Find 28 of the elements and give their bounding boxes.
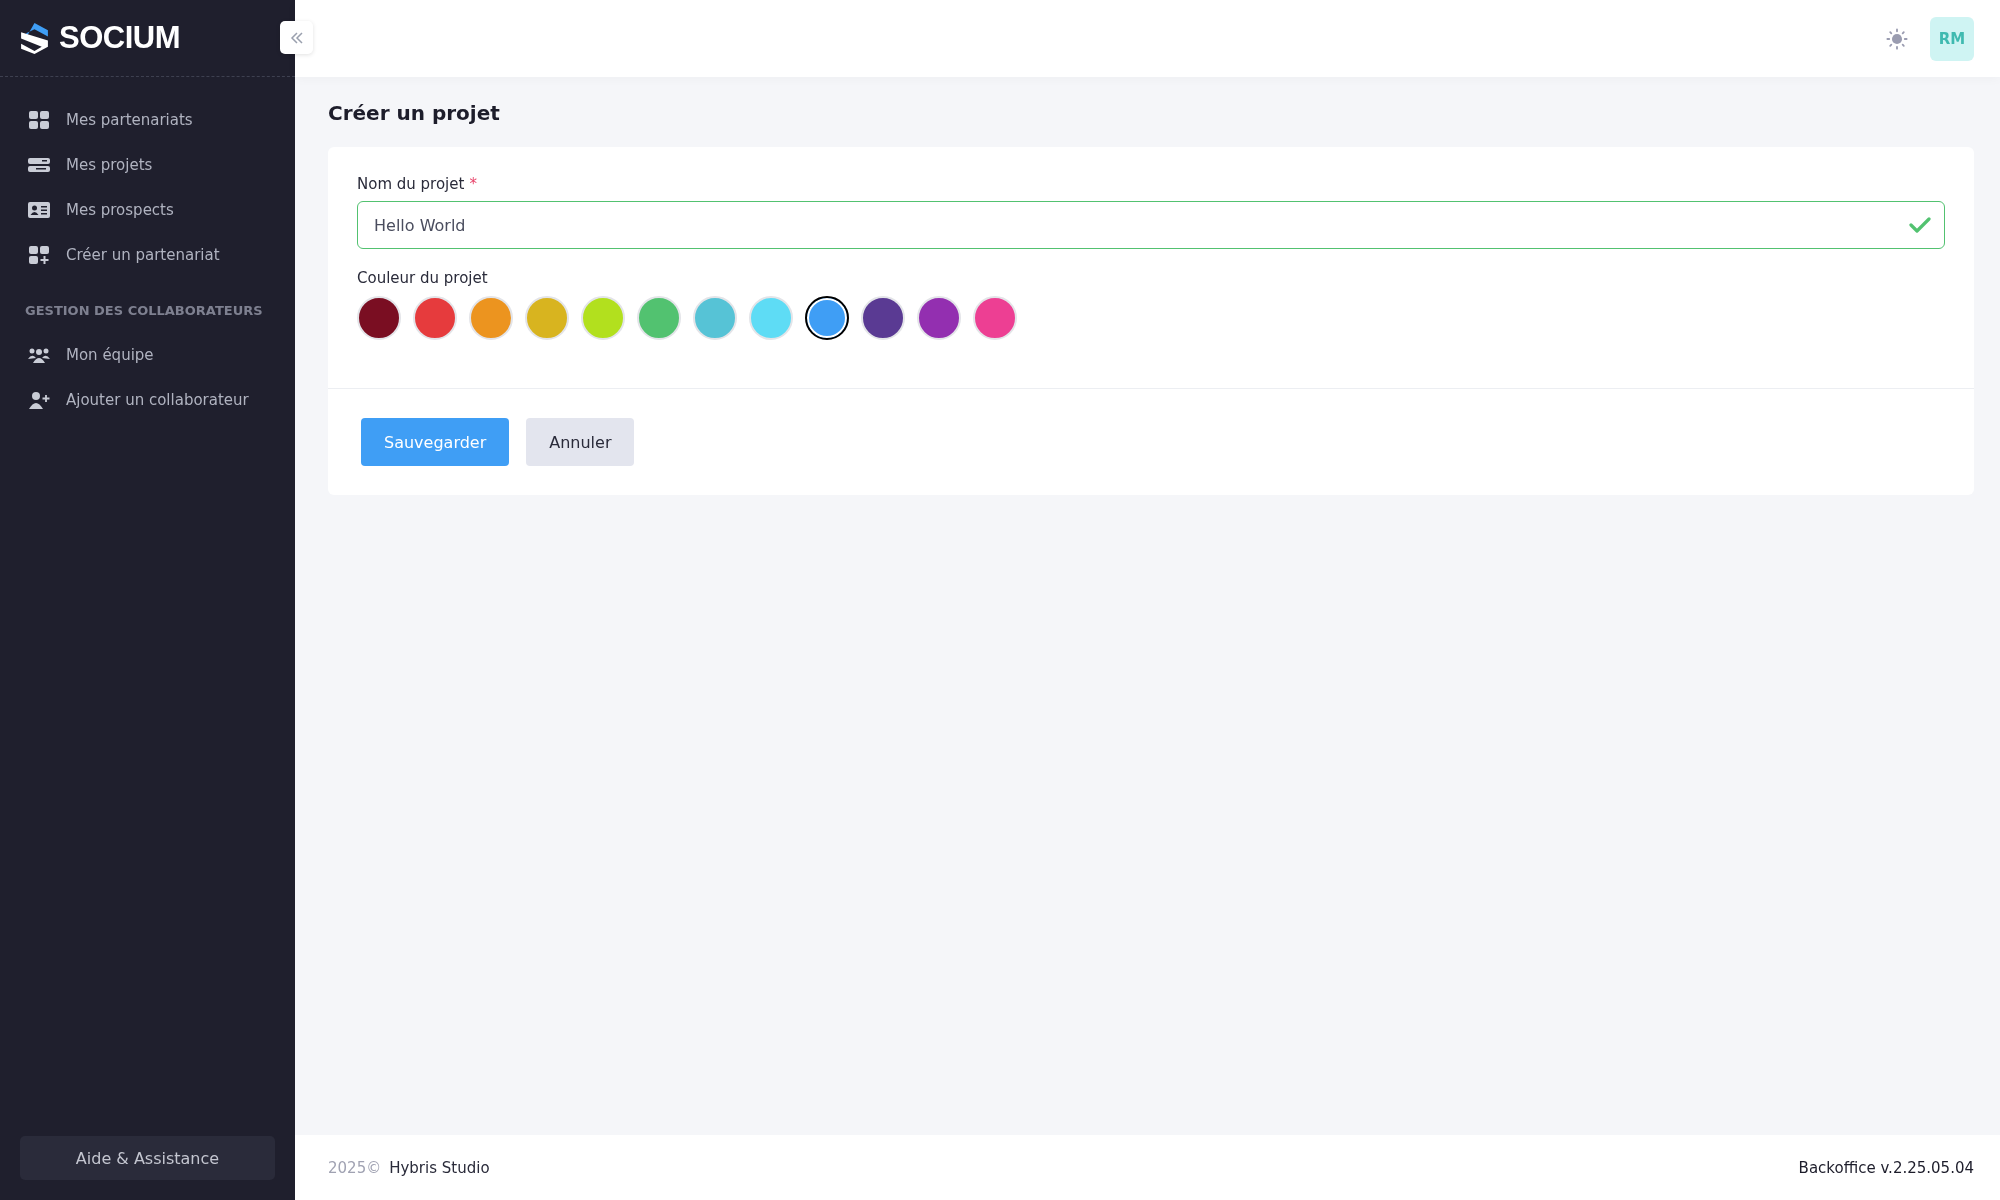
help-button[interactable]: Aide & Assistance (20, 1136, 275, 1180)
required-mark: * (469, 175, 477, 193)
logo-icon (19, 21, 50, 55)
grid-plus-icon (28, 244, 50, 265)
page-title: Créer un projet (328, 101, 501, 125)
version-text: Backoffice v.2.25.05.04 (1798, 1158, 1974, 1177)
color-swatch[interactable] (805, 296, 849, 340)
sidebar-item[interactable]: Mes projets (0, 142, 295, 187)
double-chevron-icon (288, 29, 305, 46)
check-icon (1909, 216, 1931, 234)
sidebar-item[interactable]: Mes partenariats (0, 97, 295, 142)
sidebar-item[interactable]: Mes prospects (0, 187, 295, 232)
collapse-button[interactable] (280, 21, 313, 54)
cancel-button[interactable]: Annuler (526, 418, 635, 466)
sun-icon[interactable] (1886, 27, 1908, 50)
field-label: Couleur du projet (357, 269, 489, 287)
user-plus-icon (28, 389, 50, 410)
company-link[interactable]: Hybris Studio (389, 1158, 490, 1177)
sidebar-item[interactable]: Mon équipe (0, 332, 295, 377)
id-card-icon (28, 199, 50, 220)
logo-text: SOCIUM (59, 20, 180, 56)
sidebar-item[interactable]: Ajouter un collaborateur (0, 377, 295, 422)
project-name-field[interactable]: Hello World (357, 201, 1945, 249)
copyright-year: 2025© (328, 1158, 382, 1177)
sidebar-item[interactable]: Créer un partenariat (0, 232, 295, 277)
field-label: Nom du projet (357, 175, 465, 193)
section-heading: GESTION DES COLLABORATEURS (24, 303, 264, 320)
grid-icon (28, 109, 50, 130)
